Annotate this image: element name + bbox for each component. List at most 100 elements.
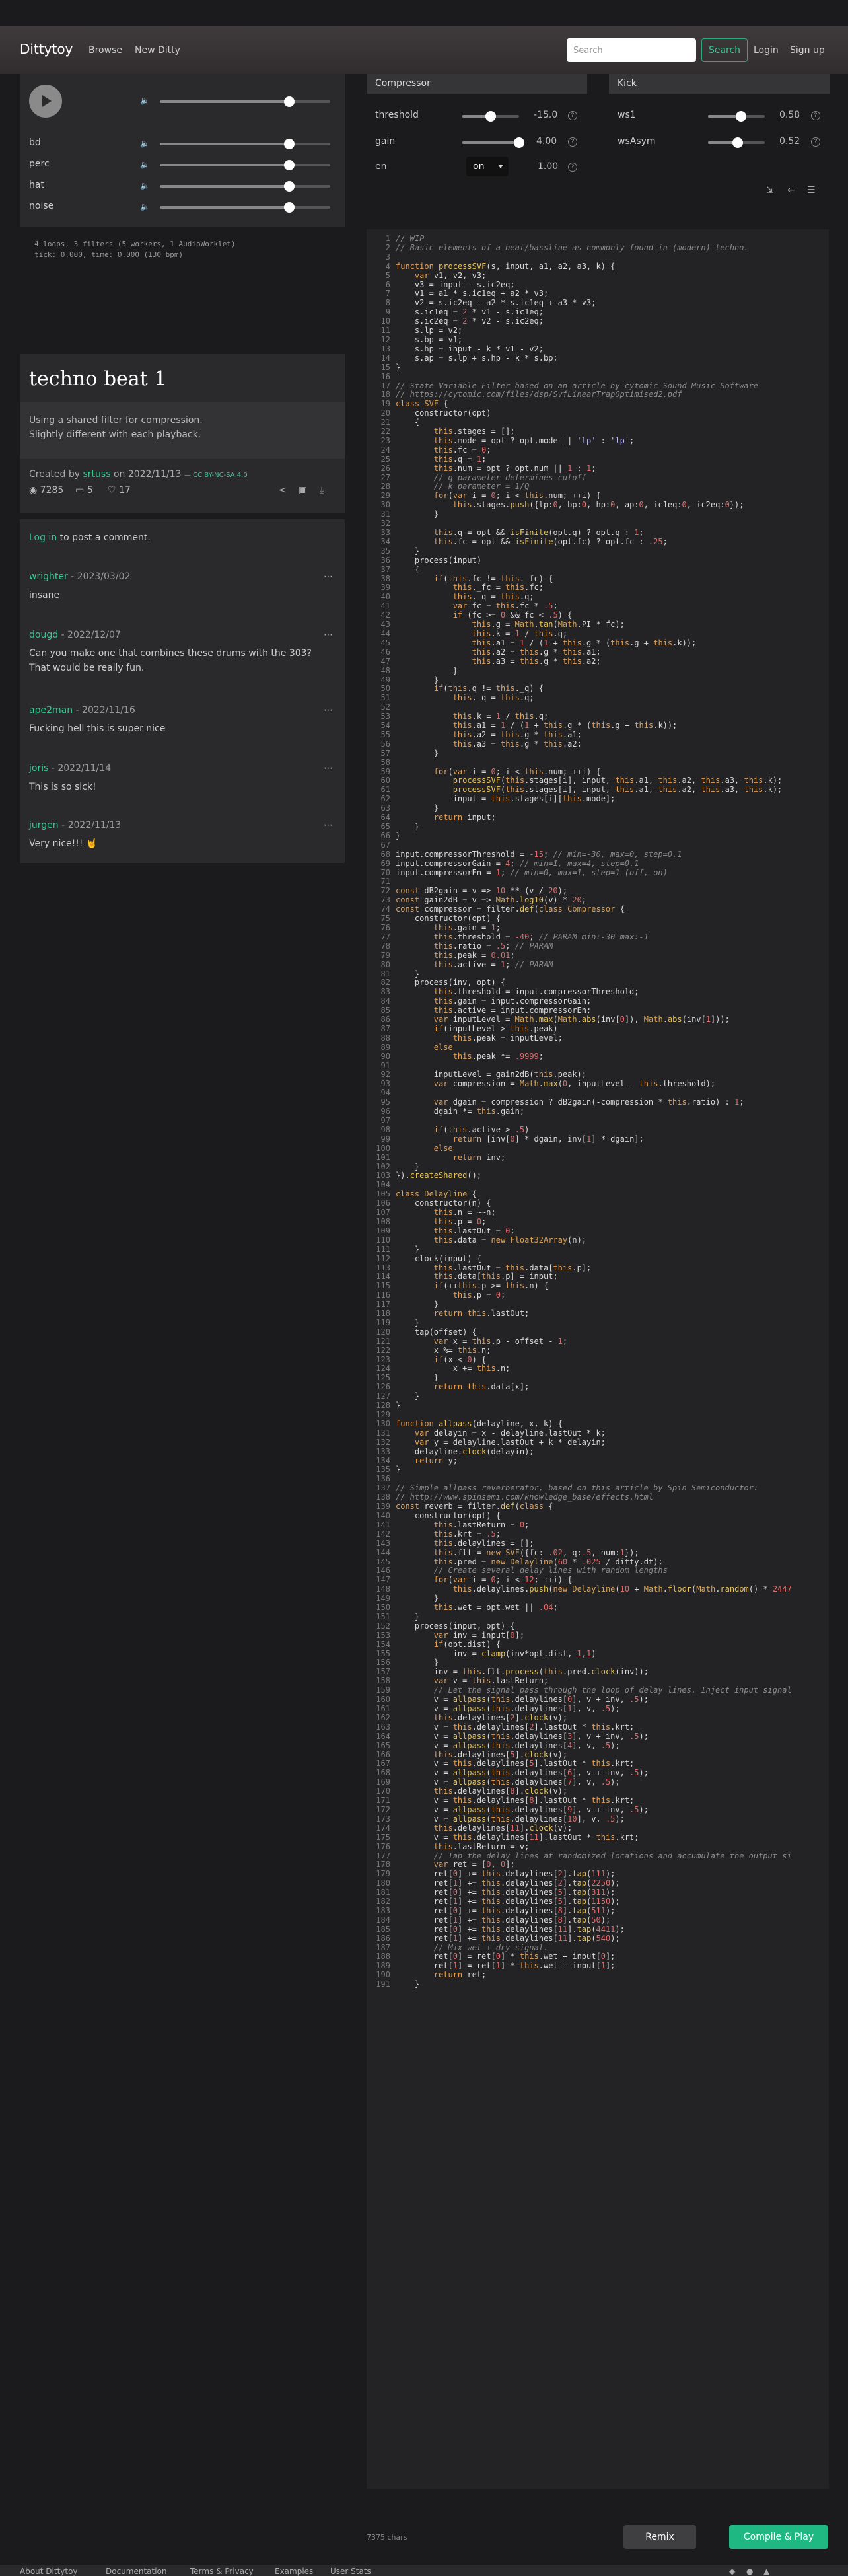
comment-item: joris - 2022/11/14 This is so sick! ⋯ <box>29 761 333 794</box>
threshold-slider[interactable] <box>462 111 519 122</box>
comment-user-link[interactable]: dougd <box>29 630 58 640</box>
comment-date: - 2022/12/07 <box>58 630 121 640</box>
track-volume-slider[interactable] <box>160 202 330 213</box>
license-link[interactable]: — CC BY-NC-SA 4.0 <box>184 472 248 479</box>
share-icon[interactable]: < <box>279 485 287 496</box>
back-arrow-icon[interactable]: ← <box>787 185 795 196</box>
comment-text: This is so sick! <box>29 782 96 792</box>
stats-line: tick: 0.000, time: 0.000 (130 bpm) <box>34 250 184 259</box>
brand-logo[interactable]: Dittytoy <box>20 41 73 57</box>
browser-top-strip <box>0 0 848 26</box>
comment-item: jurgen - 2022/11/13 Very nice!!! 🤘 ⋯ <box>29 818 333 851</box>
comment-date: - 2022/11/14 <box>48 763 112 774</box>
track-label-bd: bd <box>29 137 41 148</box>
speaker-icon: 🔈 <box>140 202 150 211</box>
comment-user-link[interactable]: wrighter <box>29 571 68 582</box>
speaker-icon: 🔈 <box>140 181 150 190</box>
social-icon[interactable]: ● <box>746 2567 753 2576</box>
more-icon[interactable]: ⋯ <box>324 818 333 832</box>
login-link[interactable]: Log in <box>29 533 57 543</box>
remix-button[interactable]: Remix <box>623 2525 696 2549</box>
created-prefix: Created by <box>29 469 81 480</box>
track-volume-slider[interactable] <box>160 160 330 170</box>
char-count: 7375 chars <box>367 2533 407 2542</box>
ditty-counts: ◉ 7285 ▭ 5 ♡ 17 <box>29 485 131 496</box>
eye-icon: ◉ <box>29 485 38 496</box>
footer-about-link[interactable]: About Dittytoy <box>20 2567 78 2576</box>
help-icon[interactable]: ? <box>811 137 820 147</box>
help-icon[interactable]: ? <box>811 111 820 120</box>
en-select[interactable]: on <box>466 157 509 176</box>
en-value: 1.00 <box>538 161 559 172</box>
comments-count: 5 <box>87 485 93 496</box>
wsasym-label: wsAsym <box>618 136 656 147</box>
threshold-value: -15.0 <box>534 110 558 120</box>
expand-icon[interactable]: ⇲ <box>766 185 774 196</box>
heart-icon[interactable]: ♡ <box>108 485 116 496</box>
kick-title: Kick <box>618 78 637 89</box>
author-link[interactable]: srtuss <box>83 469 110 480</box>
embed-icon[interactable]: ▣ <box>299 485 307 496</box>
code-content[interactable]: 1// WIP 2// Basic elements of a beat/bas… <box>367 234 792 1989</box>
comment-user-link[interactable]: ape2man <box>29 705 73 716</box>
gain-value: 4.00 <box>536 136 557 147</box>
social-icon[interactable]: ▲ <box>763 2567 769 2576</box>
nav-login-link[interactable]: Login <box>754 45 779 55</box>
ditty-title: techno beat 1 <box>29 367 167 390</box>
comment-date: - 2023/03/02 <box>67 571 131 582</box>
created-date: on 2022/11/13 <box>113 469 182 480</box>
nav-bar: Dittytoy Browse New Ditty Search Search … <box>0 26 848 74</box>
footer-docs-link[interactable]: Documentation <box>106 2567 167 2576</box>
kick-header <box>609 74 830 94</box>
settings-sliders-icon[interactable]: ☰ <box>807 185 816 196</box>
comment-login-prompt: Log in to post a comment. <box>29 533 151 543</box>
nav-signup-link[interactable]: Sign up <box>790 45 825 55</box>
comment-text: Can you make one that combines these dru… <box>29 648 312 673</box>
track-volume-slider[interactable] <box>160 181 330 192</box>
footer-stats-link[interactable]: User Stats <box>330 2567 371 2576</box>
more-icon[interactable]: ⋯ <box>324 761 333 776</box>
gain-slider[interactable] <box>462 137 524 148</box>
compile-play-button[interactable]: Compile & Play <box>729 2525 828 2549</box>
nav-browse-link[interactable]: Browse <box>88 45 122 55</box>
master-volume-slider[interactable] <box>160 96 330 107</box>
help-icon[interactable]: ? <box>568 163 577 172</box>
gain-label: gain <box>375 136 396 147</box>
track-label-noise: noise <box>29 201 54 211</box>
play-button[interactable] <box>29 85 62 118</box>
comment-item: dougd - 2022/12/07 Can you make one that… <box>29 628 333 675</box>
help-icon[interactable]: ? <box>568 111 577 120</box>
comment-text: Fucking hell this is super nice <box>29 723 166 734</box>
comment-item: ape2man - 2022/11/16 Fucking hell this i… <box>29 703 333 736</box>
search-input[interactable]: Search <box>567 38 696 62</box>
comment-text: Very nice!!! 🤘 <box>29 838 98 849</box>
code-editor[interactable]: 1// WIP 2// Basic elements of a beat/bas… <box>367 229 829 2489</box>
footer: About Dittytoy Documentation Terms & Pri… <box>0 2565 848 2576</box>
description-line: Slightly different with each playback. <box>29 429 201 440</box>
help-icon[interactable]: ? <box>568 137 577 147</box>
more-icon[interactable]: ⋯ <box>324 628 333 642</box>
comment-user-link[interactable]: joris <box>29 763 48 774</box>
threshold-label: threshold <box>375 110 419 120</box>
more-icon[interactable]: ⋯ <box>324 703 333 718</box>
compressor-title: Compressor <box>375 78 431 89</box>
player-panel <box>20 74 345 227</box>
track-label-perc: perc <box>29 159 50 169</box>
nav-new-ditty-link[interactable]: New Ditty <box>135 45 180 55</box>
more-icon[interactable]: ⋯ <box>324 570 333 584</box>
comment-date: - 2022/11/16 <box>73 705 135 716</box>
track-label-hat: hat <box>29 180 44 190</box>
comment-user-link[interactable]: jurgen <box>29 820 59 830</box>
wsasym-slider[interactable] <box>708 137 765 148</box>
views-count: 7285 <box>40 485 64 496</box>
social-icon[interactable]: ◆ <box>729 2567 735 2576</box>
footer-terms-link[interactable]: Terms & Privacy <box>190 2567 254 2576</box>
en-label: en <box>375 161 387 172</box>
search-button[interactable]: Search <box>701 38 748 62</box>
ws1-slider[interactable] <box>708 111 765 122</box>
download-icon[interactable]: ⤓ <box>320 485 324 496</box>
footer-examples-link[interactable]: Examples <box>275 2567 313 2576</box>
comment-item: wrighter - 2023/03/02 insane ⋯ <box>29 570 333 603</box>
track-volume-slider[interactable] <box>160 139 330 149</box>
stats-line: 4 loops, 3 filters (5 workers, 1 AudioWo… <box>34 240 236 248</box>
